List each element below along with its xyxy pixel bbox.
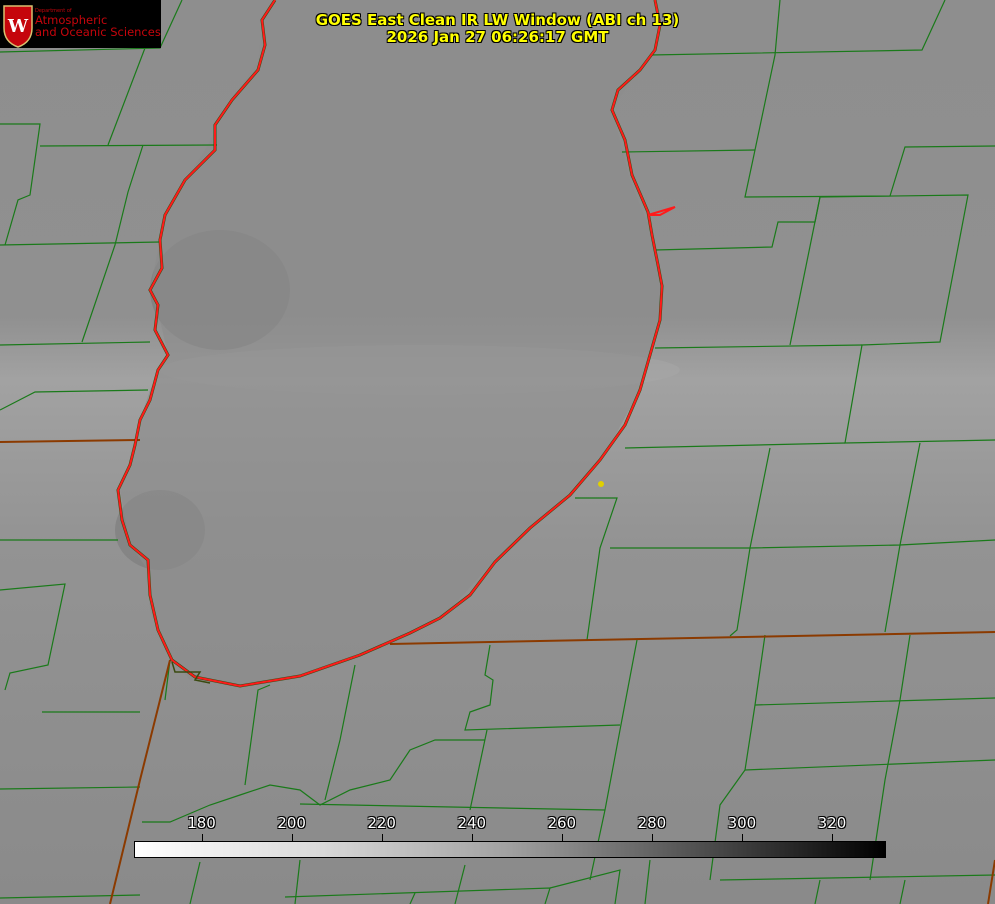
satellite-map [0, 0, 995, 904]
colorbar-tick-280: 280 [637, 814, 667, 832]
colorbar-tick-mark [651, 834, 653, 841]
svg-text:W: W [7, 16, 29, 37]
title-product: GOES East Clean IR LW Window (ABI ch 13) [315, 11, 680, 29]
colorbar-tick-300: 300 [727, 814, 757, 832]
title-timestamp: 2026 Jan 27 06:26:17 GMT [386, 28, 609, 46]
colorbar-tick-mark [741, 834, 743, 841]
image-title: GOES East Clean IR LW Window (ABI ch 13)… [290, 12, 705, 46]
colorbar-tick-200: 200 [277, 814, 306, 832]
colorbar-tick-240: 240 [457, 814, 487, 832]
colorbar-tick-180: 180 [187, 814, 216, 832]
colorbar-tick-labels: 180 200 220 240 260 280 300 320 [0, 814, 995, 841]
colorbar-tick-mark [831, 834, 833, 841]
colorbar-tick-mark [291, 834, 293, 841]
colorbar-tick-mark [471, 834, 473, 841]
station-marker [598, 481, 604, 487]
colorbar-tick-mark [561, 834, 563, 841]
logo-line-2: and Oceanic Sciences [35, 25, 161, 39]
aos-logo: W Department of Atmospheric and Oceanic … [0, 0, 161, 48]
uw-crest-icon: W [3, 5, 33, 48]
temperature-colorbar [134, 841, 886, 858]
colorbar-tick-mark [381, 834, 383, 841]
colorbar-tick-mark [201, 834, 203, 841]
colorbar-tick-260: 260 [547, 814, 577, 832]
colorbar-tick-220: 220 [367, 814, 396, 832]
satellite-image-viewer: W Department of Atmospheric and Oceanic … [0, 0, 995, 904]
colorbar-tick-320: 320 [817, 814, 847, 832]
